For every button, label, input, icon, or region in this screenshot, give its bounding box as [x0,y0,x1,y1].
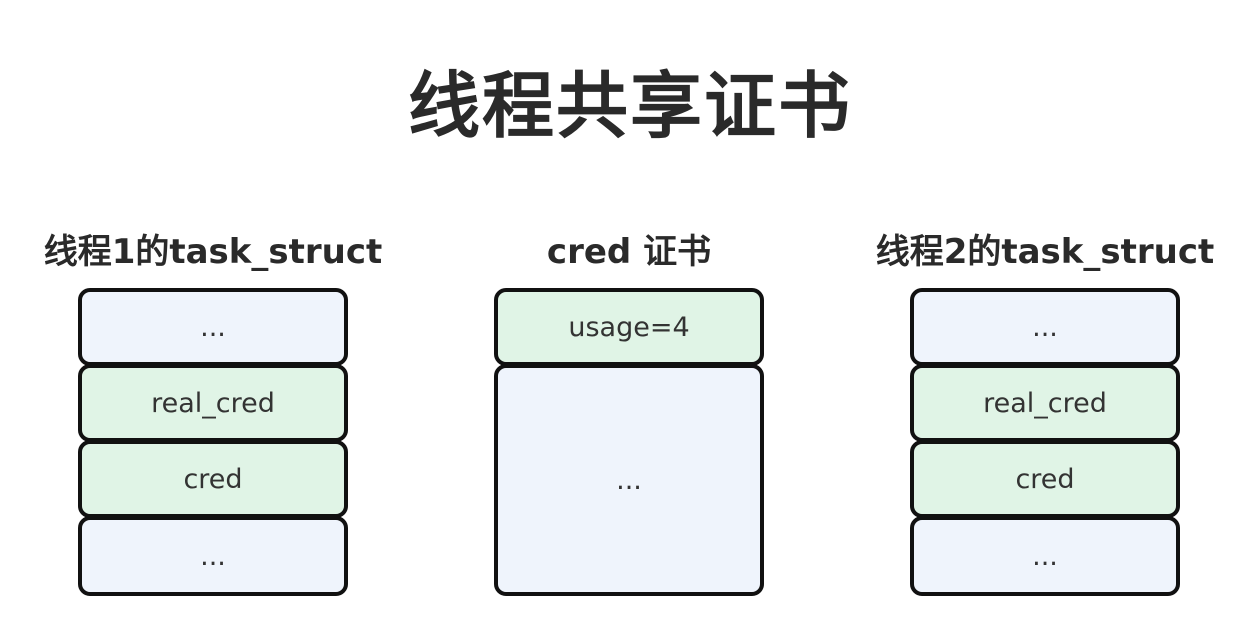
thread1-label: 线程1的task_struct [43,232,383,272]
thread1-field-real-cred: real_cred [78,364,348,442]
thread2-field-real-cred: real_cred [910,364,1180,442]
page-title: 线程共享证书 [407,64,852,148]
thread1-field-cred: cred [78,440,348,518]
thread2-field-ellipsis-bottom: ... [910,516,1180,596]
thread2-label: 线程2的task_struct [875,232,1215,272]
cred-label: cred 证书 [546,232,712,272]
thread2-field-cred: cred [910,440,1180,518]
cred-field-ellipsis: ... [494,364,764,596]
thread2-field-ellipsis-top: ... [910,288,1180,366]
thread1-field-ellipsis-top: ... [78,288,348,366]
thread1-field-ellipsis-bottom: ... [78,516,348,596]
cred-field-usage: usage=4 [494,288,764,366]
